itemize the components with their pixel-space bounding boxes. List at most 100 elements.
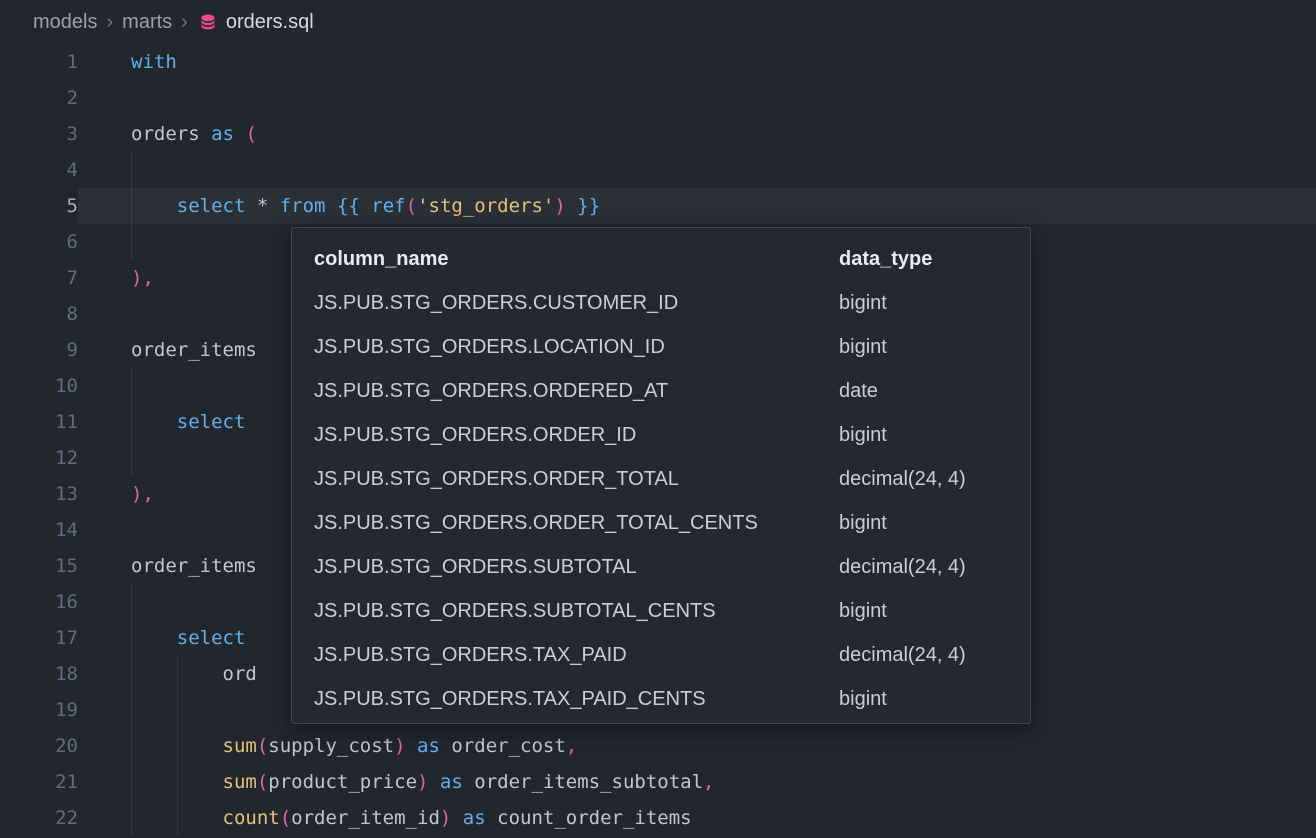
breadcrumb-item[interactable]: marts	[122, 11, 172, 34]
code-line-1[interactable]: with	[78, 44, 1316, 80]
code-token: *	[245, 195, 279, 217]
code-token: order_item_id	[291, 807, 440, 829]
indent-guide	[177, 692, 178, 728]
column-name-cell: JS.PUB.STG_ORDERS.ORDER_ID	[314, 413, 839, 457]
breadcrumb-separator: ›	[106, 11, 113, 34]
line-number: 22	[0, 800, 78, 836]
code-token: count_order_items	[497, 807, 691, 829]
line-number: 3	[0, 116, 78, 152]
indent-guide	[131, 584, 132, 620]
code-token: as	[417, 735, 440, 757]
data-type-cell: decimal(24, 4)	[839, 457, 1030, 501]
code-token: select	[177, 627, 246, 649]
line-number: 14	[0, 512, 78, 548]
indent-guide	[131, 728, 132, 764]
data-type-cell: decimal(24, 4)	[839, 545, 1030, 589]
code-token: (	[257, 771, 268, 793]
line-number: 19	[0, 692, 78, 728]
code-token: select	[177, 195, 246, 217]
code-line-22[interactable]: count(order_item_id) as count_order_item…	[78, 800, 1316, 836]
popup-table: column_name data_type JS.PUB.STG_ORDERS.…	[314, 237, 1030, 721]
code-token: product_price	[268, 771, 417, 793]
code-line-5[interactable]: select * from {{ ref('stg_orders') }}	[78, 188, 1316, 224]
line-number: 10	[0, 368, 78, 404]
data-type-cell: bigint	[839, 501, 1030, 545]
database-icon	[198, 12, 218, 32]
column-name-cell: JS.PUB.STG_ORDERS.SUBTOTAL	[314, 545, 839, 589]
code-token: {{	[337, 195, 360, 217]
indent-guide	[131, 188, 132, 224]
code-token: }}	[577, 195, 600, 217]
column-name-cell: JS.PUB.STG_ORDERS.SUBTOTAL_CENTS	[314, 589, 839, 633]
indent-guide	[131, 656, 132, 692]
code-line-21[interactable]: sum(product_price) as order_items_subtot…	[78, 764, 1316, 800]
data-type-cell: bigint	[839, 589, 1030, 633]
line-number: 20	[0, 728, 78, 764]
code-token: ,	[703, 771, 714, 793]
column-name-cell: JS.PUB.STG_ORDERS.ORDER_TOTAL	[314, 457, 839, 501]
indent-guide	[131, 800, 132, 836]
code-token: (	[245, 123, 256, 145]
code-line-2[interactable]	[78, 80, 1316, 116]
indent-guide	[131, 692, 132, 728]
line-number: 1	[0, 44, 78, 80]
code-token: supply_cost	[268, 735, 394, 757]
data-type-cell: bigint	[839, 677, 1030, 721]
code-token	[566, 195, 577, 217]
code-token	[131, 627, 177, 649]
code-token: count	[223, 807, 280, 829]
code-token: orders	[131, 123, 200, 145]
indent-guide	[131, 152, 132, 188]
line-number: 6	[0, 224, 78, 260]
data-type-cell: decimal(24, 4)	[839, 633, 1030, 677]
code-token	[131, 195, 177, 217]
code-token	[131, 411, 177, 433]
indent-guide	[177, 800, 178, 836]
data-type-cell: bigint	[839, 413, 1030, 457]
line-number: 18	[0, 656, 78, 692]
code-token: select	[177, 411, 246, 433]
indent-guide	[177, 656, 178, 692]
code-line-20[interactable]: sum(supply_cost) as order_cost,	[78, 728, 1316, 764]
column-name-cell: JS.PUB.STG_ORDERS.TAX_PAID	[314, 633, 839, 677]
code-token: sum	[223, 735, 257, 757]
indent-guide	[131, 440, 132, 476]
data-type-cell: bigint	[839, 325, 1030, 369]
line-number: 12	[0, 440, 78, 476]
indent-guide	[131, 764, 132, 800]
code-token: )	[417, 771, 428, 793]
breadcrumb-item[interactable]: models	[33, 11, 97, 34]
line-number: 17	[0, 620, 78, 656]
breadcrumb: models › marts › orders.sql	[0, 0, 1316, 44]
code-line-3[interactable]: orders as (	[78, 116, 1316, 152]
column-name-cell: JS.PUB.STG_ORDERS.TAX_PAID_CENTS	[314, 677, 839, 721]
indent-guide	[177, 764, 178, 800]
breadcrumb-separator: ›	[181, 11, 188, 34]
code-token	[440, 735, 451, 757]
code-token	[463, 771, 474, 793]
line-number-gutter: 12345678910111213141516171819202122	[0, 44, 78, 836]
code-token: as	[211, 123, 234, 145]
code-token	[451, 807, 462, 829]
line-number: 11	[0, 404, 78, 440]
breadcrumb-file[interactable]: orders.sql	[226, 11, 314, 34]
code-token: from	[280, 195, 326, 217]
code-token: as	[440, 771, 463, 793]
editor-window: { "breadcrumb": { "path": ["models", "ma…	[0, 0, 1316, 838]
code-token: order_cost	[451, 735, 565, 757]
code-token: ,	[566, 735, 577, 757]
code-line-4[interactable]	[78, 152, 1316, 188]
line-number: 7	[0, 260, 78, 296]
data-type-cell: date	[839, 369, 1030, 413]
code-token: ),	[131, 267, 154, 289]
line-number: 9	[0, 332, 78, 368]
column-name-cell: JS.PUB.STG_ORDERS.CUSTOMER_ID	[314, 281, 839, 325]
indent-guide	[177, 728, 178, 764]
line-number: 8	[0, 296, 78, 332]
code-token: with	[131, 51, 177, 73]
code-token	[326, 195, 337, 217]
column-name-cell: JS.PUB.STG_ORDERS.ORDER_TOTAL_CENTS	[314, 501, 839, 545]
code-token: order_items_subtotal	[474, 771, 703, 793]
data-type-header: data_type	[839, 237, 1030, 281]
code-token	[428, 771, 439, 793]
